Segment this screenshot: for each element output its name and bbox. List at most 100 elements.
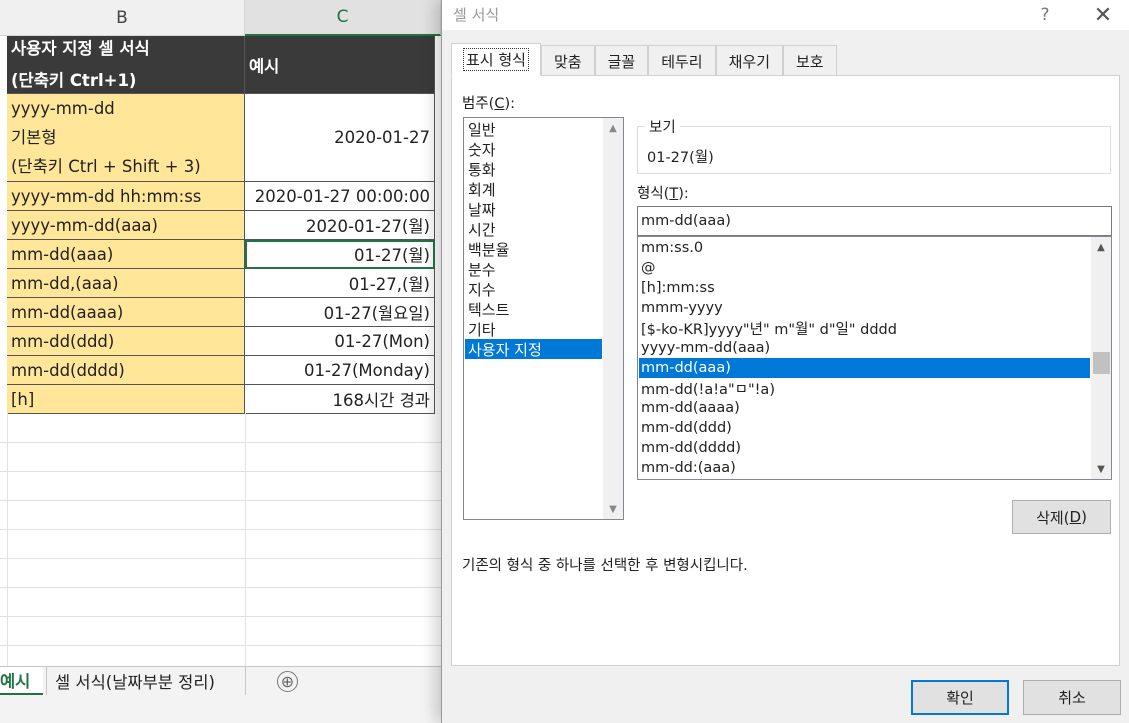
format-item[interactable]: [$-ko-KR]yyyy"년" m"월" d"일" dddd — [639, 318, 1090, 338]
spreadsheet: B C 사용자 지정 셀 서식 (단축키 Ctrl+1) 예시 yyyy-mm-… — [0, 0, 441, 723]
format-scrollbar[interactable]: ▲ ▼ — [1091, 237, 1111, 479]
gridline — [0, 587, 441, 588]
example-cell[interactable]: 01-27,(월) — [245, 269, 435, 298]
scroll-down-icon[interactable]: ▼ — [1091, 459, 1111, 479]
category-item[interactable]: 회계 — [465, 179, 602, 199]
example-cell[interactable]: 01-27(Monday) — [245, 356, 435, 385]
example-cell-value: 01-27,(월) — [348, 275, 430, 294]
format-item[interactable]: mm-dd(dddd) — [639, 438, 1090, 458]
tab-number-format[interactable]: 표시 형식 — [451, 43, 541, 76]
tab-protection[interactable]: 보호 — [783, 45, 837, 76]
format-item[interactable]: yyyy-mm-dd(aaa) — [639, 338, 1090, 358]
example-cell-value: 01-27(월) — [354, 246, 430, 265]
format-cell[interactable]: yyyy-mm-dd hh:mm:ss — [7, 182, 245, 211]
format-item[interactable]: mm-dd:(aaa) — [639, 458, 1090, 478]
format-cell[interactable]: yyyy-mm-dd 기본형 (단축키 Ctrl + Shift + 3) — [7, 94, 245, 182]
format-cell[interactable]: mm-dd(dddd) — [7, 356, 245, 385]
format-cells-dialog: 셀 서식 ? ✕ 표시 형식 맞춤 글꼴 테두리 채우기 보호 범주(C): 일… — [441, 0, 1129, 723]
category-item[interactable]: 텍스트 — [465, 299, 602, 319]
category-item[interactable]: 시간 — [465, 219, 602, 239]
delete-label-text: 삭제( — [1036, 508, 1070, 527]
dialog-title-bar: 셀 서식 ? ✕ — [442, 0, 1129, 30]
example-cell-value: 2020-01-27 00:00:00 — [254, 186, 430, 206]
format-item[interactable]: mm-dd(aaaa) — [639, 398, 1090, 418]
category-item[interactable]: 일반 — [465, 119, 602, 139]
gridline — [0, 442, 441, 443]
example-cell[interactable]: 2020-01-27 00:00:00 — [245, 182, 435, 211]
example-cell-value: 01-27(Mon) — [334, 331, 430, 351]
category-item[interactable]: 지수 — [465, 279, 602, 299]
format-item[interactable]: mm:ss.0 — [639, 238, 1090, 258]
preview-label: 보기 — [645, 116, 680, 137]
gridline — [0, 616, 441, 617]
hint-text: 기존의 형식 중 하나를 선택한 후 변형시킵니다. — [462, 558, 748, 574]
scroll-thumb[interactable] — [1093, 352, 1110, 374]
format-item[interactable]: mm-dd(ddd) — [639, 418, 1090, 438]
example-cell-value: 2020-01-27(월) — [306, 217, 430, 236]
ok-button[interactable]: 확인 — [911, 680, 1009, 715]
preview-value: 01-27(월) — [647, 150, 714, 166]
tab-alignment[interactable]: 맞춤 — [540, 45, 595, 76]
category-item[interactable]: 기타 — [465, 319, 602, 339]
category-label-text: 범주( — [462, 96, 495, 112]
category-label-key: C — [494, 96, 505, 112]
format-cell[interactable]: yyyy-mm-dd(aaa) — [7, 211, 245, 240]
cancel-button[interactable]: 취소 — [1023, 680, 1121, 715]
gridline — [0, 529, 441, 530]
category-item[interactable]: 숫자 — [465, 139, 602, 159]
format-cell[interactable]: mm-dd(aaa) — [7, 240, 245, 269]
tab-font[interactable]: 글꼴 — [594, 45, 649, 76]
add-sheet-icon[interactable]: ⊕ — [277, 671, 298, 692]
sheet-tab-date-format[interactable]: 셀 서식(날짜부분 정리) — [46, 667, 246, 695]
column-header-b[interactable]: B — [0, 0, 245, 36]
tab-border[interactable]: 테두리 — [648, 45, 716, 76]
format-cell-line2: 기본형 — [11, 128, 57, 147]
format-item[interactable]: mm-dd(!a!a"ㅁ"!a) — [639, 378, 1090, 398]
format-code-list[interactable]: mm:ss.0 @ [h]:mm:ss mmm-yyyy [$-ko-KR]yy… — [637, 236, 1112, 480]
close-icon[interactable]: ✕ — [1088, 2, 1118, 28]
scroll-up-icon[interactable]: ▲ — [1091, 237, 1111, 257]
format-label: 형식(T): — [637, 182, 689, 203]
format-cell[interactable]: mm-dd(aaaa) — [7, 298, 245, 327]
category-item[interactable]: 날짜 — [465, 199, 602, 219]
sheet-tab-bar: 예시 셀 서식(날짜부분 정리) ⊕ — [0, 666, 441, 696]
format-cell[interactable]: [h] — [7, 385, 245, 414]
category-list[interactable]: 일반 숫자 통화 회계 날짜 시간 백분율 분수 지수 텍스트 기타 사용자 지… — [463, 117, 624, 520]
example-cell[interactable]: 2020-01-27 — [245, 94, 435, 182]
example-cell-selected[interactable]: 01-27(월) — [245, 240, 435, 269]
example-cell[interactable]: 2020-01-27(월) — [245, 211, 435, 240]
format-cell[interactable]: mm-dd(ddd) — [7, 327, 245, 356]
sheet-tab-example[interactable]: 예시 — [0, 667, 43, 695]
scroll-down-icon[interactable]: ▼ — [603, 499, 623, 519]
format-item[interactable]: @ — [639, 258, 1090, 278]
category-label: 범주(C): — [462, 92, 515, 113]
column-header-c[interactable]: C — [245, 0, 441, 36]
delete-button[interactable]: 삭제(D) — [1012, 500, 1111, 534]
dialog-title: 셀 서식 — [453, 6, 500, 24]
category-item-selected[interactable]: 사용자 지정 — [465, 339, 602, 359]
category-scrollbar[interactable]: ▲ ▼ — [603, 118, 623, 519]
format-cell-value: mm-dd(aaaa) — [11, 302, 124, 322]
delete-label-end: ) — [1081, 508, 1087, 526]
category-item[interactable]: 백분율 — [465, 239, 602, 259]
header-cell-format[interactable]: 사용자 지정 셀 서식 (단축키 Ctrl+1) — [7, 36, 245, 94]
format-cell[interactable]: mm-dd,(aaa) — [7, 269, 245, 298]
category-item[interactable]: 분수 — [465, 259, 602, 279]
format-cell-value: mm-dd(ddd) — [11, 331, 115, 351]
tab-fill[interactable]: 채우기 — [715, 45, 783, 76]
format-item[interactable]: mmm-yyyy — [639, 298, 1090, 318]
example-cell[interactable]: 01-27(월요일) — [245, 298, 435, 327]
help-icon[interactable]: ? — [1032, 2, 1058, 28]
example-cell[interactable]: 168시간 경과 — [245, 385, 435, 414]
format-cell-value: yyyy-mm-dd(aaa) — [11, 215, 158, 235]
format-item-selected[interactable]: mm-dd(aaa) — [639, 358, 1090, 378]
scroll-up-icon[interactable]: ▲ — [603, 118, 623, 138]
header-cell-example[interactable]: 예시 — [245, 36, 435, 94]
format-label-key: T — [669, 186, 679, 202]
format-code-input[interactable]: mm-dd(aaa) — [637, 206, 1112, 236]
example-cell[interactable]: 01-27(Mon) — [245, 327, 435, 356]
format-item[interactable]: [h]:mm:ss — [639, 278, 1090, 298]
format-cell-value: [h] — [11, 389, 35, 409]
example-cell-value: 168시간 경과 — [332, 391, 430, 410]
category-item[interactable]: 통화 — [465, 159, 602, 179]
